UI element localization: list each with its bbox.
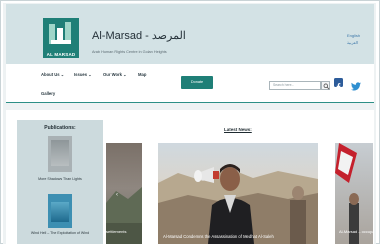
book-cover-2-art bbox=[51, 202, 69, 222]
facebook-icon[interactable] bbox=[334, 78, 343, 91]
main-navigation: About Us ⌄ Issues ⌄ Our Work ⌄ Map Galle… bbox=[6, 64, 374, 102]
news-slide-caption-previous[interactable]: settlements bbox=[106, 229, 142, 234]
book-cover-2[interactable] bbox=[48, 194, 72, 228]
site-title[interactable]: Al-Marsad - المرصد bbox=[92, 29, 186, 42]
donate-button[interactable]: Donate bbox=[181, 76, 213, 89]
logo-text: AL MARSAD bbox=[46, 52, 76, 57]
publications-title: Publications: bbox=[44, 125, 76, 131]
news-photo bbox=[158, 164, 318, 244]
nav-item-our-work[interactable]: Our Work ⌄ bbox=[103, 72, 127, 77]
book-cover-1[interactable] bbox=[48, 136, 72, 172]
book-caption-1[interactable]: More Shadows Than Lights bbox=[23, 177, 97, 182]
book-caption-2[interactable]: Wind Hell – The Exploitation of Wind bbox=[23, 231, 97, 236]
nav-divider bbox=[6, 102, 374, 103]
news-slide-caption-main[interactable]: Al-Marsad Condemns the Assassination of … bbox=[163, 234, 274, 239]
twitter-icon[interactable] bbox=[351, 78, 361, 91]
book-cover-1-art bbox=[51, 140, 69, 166]
news-slide-caption-next[interactable]: Al-Marsad – occupation s bbox=[339, 229, 373, 235]
nav-item-about-us[interactable]: About Us ⌄ bbox=[41, 72, 64, 77]
publications-sidebar: Publications: More Shadows Than Lights W… bbox=[17, 120, 103, 244]
latest-news-title: Latest News: bbox=[224, 127, 252, 132]
nav-item-map[interactable]: Map bbox=[138, 72, 146, 77]
search-button[interactable] bbox=[321, 81, 330, 90]
language-arabic-link[interactable]: العربية bbox=[347, 40, 358, 45]
news-slide-main[interactable] bbox=[158, 143, 318, 244]
nav-item-issues[interactable]: Issues ⌄ bbox=[74, 72, 92, 77]
language-english-link[interactable]: English bbox=[347, 33, 360, 38]
logo-icon[interactable]: AL MARSAD bbox=[43, 18, 79, 58]
chevron-left-icon[interactable]: ‹ bbox=[116, 192, 118, 198]
search-input[interactable]: Search here... bbox=[269, 81, 321, 90]
site-header: AL MARSAD Al-Marsad - المرصد Arab Human … bbox=[6, 4, 374, 64]
search-icon bbox=[323, 83, 329, 89]
site-tagline: Arab Human Rights Centre in Golan Height… bbox=[92, 50, 167, 54]
nav-item-gallery[interactable]: Gallery bbox=[41, 91, 55, 96]
